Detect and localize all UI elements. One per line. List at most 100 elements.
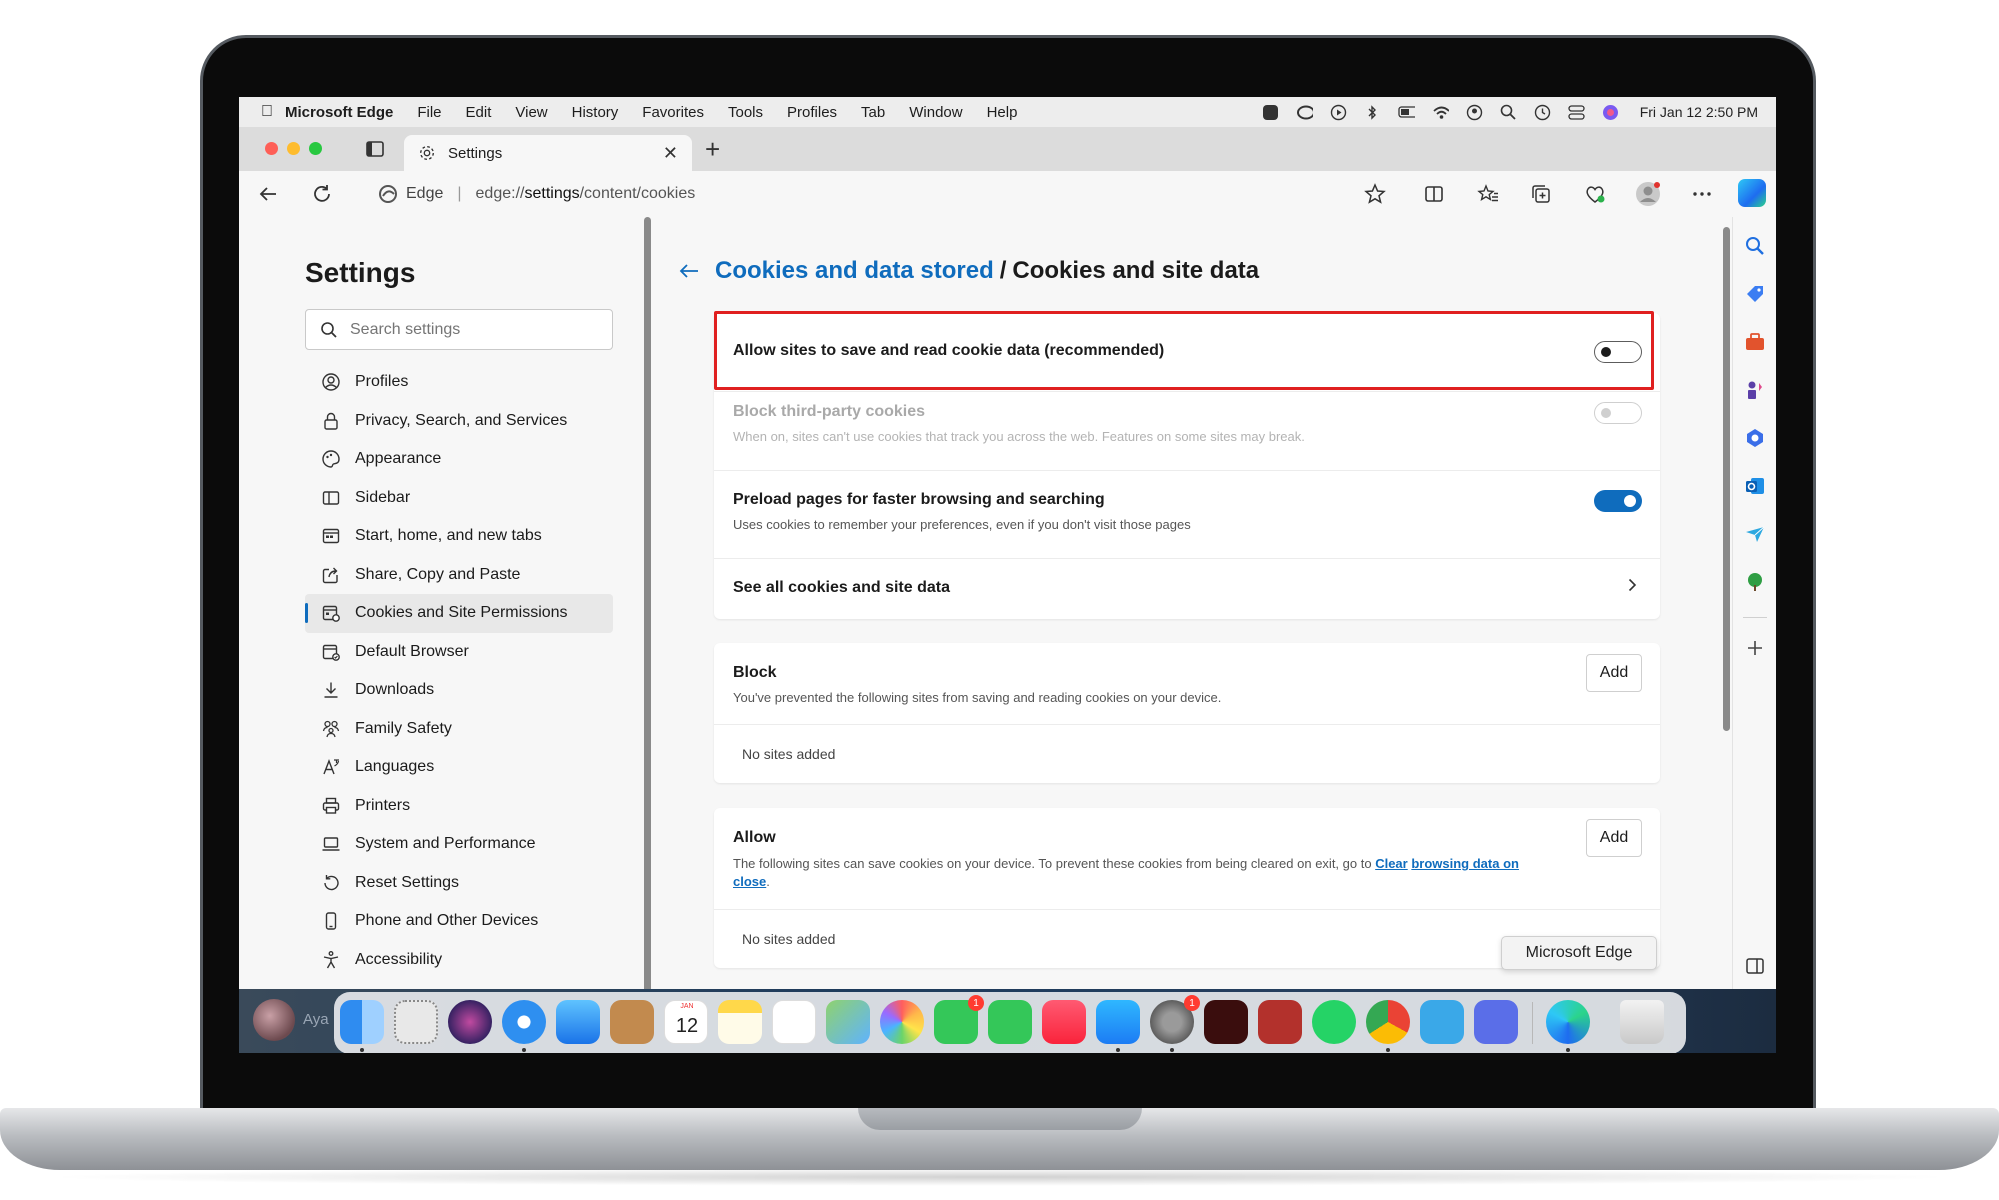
content-scrollbar[interactable] bbox=[1723, 227, 1730, 731]
sidebar-item-family-safety[interactable]: Family Safety bbox=[305, 710, 613, 749]
menu-tab[interactable]: Tab bbox=[861, 104, 885, 121]
app-store-icon[interactable] bbox=[1096, 1000, 1140, 1044]
window-close-button[interactable] bbox=[265, 142, 278, 155]
mail-icon[interactable] bbox=[556, 1000, 600, 1044]
menu-app-name[interactable]: Microsoft Edge bbox=[285, 104, 393, 121]
sidebar-item-privacy[interactable]: Privacy, Search, and Services bbox=[305, 402, 613, 441]
time-machine-icon[interactable] bbox=[1534, 104, 1551, 121]
menu-view[interactable]: View bbox=[515, 104, 547, 121]
sidebar-item-accessibility[interactable]: Accessibility bbox=[305, 941, 613, 980]
user-account-icon[interactable] bbox=[1466, 104, 1483, 121]
sidebar-item-profiles[interactable]: Profiles bbox=[305, 363, 613, 402]
tab-settings[interactable]: Settings ✕ bbox=[404, 135, 692, 171]
tools-briefcase-icon[interactable] bbox=[1744, 331, 1766, 353]
profile-button[interactable] bbox=[1635, 181, 1661, 207]
tab-actions-icon[interactable] bbox=[365, 139, 385, 159]
music-icon[interactable] bbox=[1042, 1000, 1086, 1044]
see-all-cookies-row[interactable]: See all cookies and site data bbox=[714, 559, 1660, 619]
tree-icon[interactable] bbox=[1744, 571, 1766, 593]
chrome-icon[interactable] bbox=[1366, 1000, 1410, 1044]
shopping-tag-icon[interactable] bbox=[1744, 283, 1766, 305]
menu-window[interactable]: Window bbox=[909, 104, 962, 121]
menubar-clock[interactable]: Fri Jan 12 2:50 PM bbox=[1640, 104, 1758, 120]
favorites-button[interactable] bbox=[1475, 181, 1501, 207]
sidebar-scrollbar[interactable] bbox=[644, 217, 651, 997]
add-plus-icon[interactable] bbox=[1744, 637, 1766, 659]
calendar-icon[interactable]: JAN 12 bbox=[664, 1000, 708, 1044]
sidebar-item-default-browser[interactable]: Default Browser bbox=[305, 633, 613, 672]
games-chess-icon[interactable] bbox=[1744, 379, 1766, 401]
copilot-icon[interactable] bbox=[1738, 179, 1766, 207]
flash-app-icon[interactable] bbox=[1204, 1000, 1248, 1044]
favorite-star-icon[interactable] bbox=[1363, 182, 1387, 206]
sidebar-item-printers[interactable]: Printers bbox=[305, 787, 613, 826]
new-tab-button[interactable]: + bbox=[705, 135, 720, 163]
sidebar-item-sidebar[interactable]: Sidebar bbox=[305, 479, 613, 518]
sidebar-item-phone-devices[interactable]: Phone and Other Devices bbox=[305, 902, 613, 941]
more-options-button[interactable] bbox=[1689, 181, 1715, 207]
sidebar-item-cookies-permissions[interactable]: Cookies and Site Permissions bbox=[305, 594, 613, 633]
dictionary-icon[interactable] bbox=[1258, 1000, 1302, 1044]
drop-send-icon[interactable] bbox=[1744, 523, 1766, 545]
hide-sidebar-icon[interactable] bbox=[1744, 955, 1766, 977]
refresh-button[interactable] bbox=[309, 181, 335, 207]
menu-file[interactable]: File bbox=[417, 104, 441, 121]
sidebar-item-system-performance[interactable]: System and Performance bbox=[305, 825, 613, 864]
battery-icon[interactable] bbox=[1398, 104, 1415, 121]
window-minimize-button[interactable] bbox=[287, 142, 300, 155]
allow-cookies-toggle[interactable] bbox=[1594, 341, 1642, 363]
c-app-icon[interactable] bbox=[1474, 1000, 1518, 1044]
spotlight-search-icon[interactable] bbox=[1500, 104, 1517, 121]
apple-icon[interactable]:  bbox=[261, 103, 285, 121]
sidebar-search-icon[interactable] bbox=[1744, 235, 1766, 257]
microsoft-365-icon[interactable] bbox=[1744, 427, 1766, 449]
mk-app-icon[interactable] bbox=[1420, 1000, 1464, 1044]
contacts-icon[interactable] bbox=[610, 1000, 654, 1044]
browser-essentials-button[interactable] bbox=[1582, 181, 1608, 207]
whatsapp-icon[interactable] bbox=[1312, 1000, 1356, 1044]
sidebar-item-reset[interactable]: Reset Settings bbox=[305, 864, 613, 903]
sidebar-item-start-home[interactable]: Start, home, and new tabs bbox=[305, 517, 613, 556]
messages-icon[interactable] bbox=[988, 1000, 1032, 1044]
finder-icon[interactable] bbox=[340, 1000, 384, 1044]
block-add-button[interactable]: Add bbox=[1586, 654, 1642, 692]
edge-dock-icon[interactable] bbox=[1546, 1000, 1590, 1044]
siri-icon[interactable] bbox=[1602, 104, 1619, 121]
mk-status-icon[interactable] bbox=[1262, 104, 1279, 121]
safari-icon[interactable] bbox=[502, 1000, 546, 1044]
back-arrow-icon[interactable] bbox=[677, 259, 701, 283]
back-button[interactable] bbox=[255, 181, 281, 207]
sidebar-item-share-copy-paste[interactable]: Share, Copy and Paste bbox=[305, 556, 613, 595]
outlook-icon[interactable] bbox=[1744, 475, 1766, 497]
menu-history[interactable]: History bbox=[572, 104, 619, 121]
notes-icon[interactable] bbox=[718, 1000, 762, 1044]
trash-icon[interactable] bbox=[1620, 1000, 1664, 1044]
search-settings-input[interactable] bbox=[350, 320, 590, 339]
photos-icon[interactable] bbox=[880, 1000, 924, 1044]
siri-app-icon[interactable] bbox=[448, 1000, 492, 1044]
menu-help[interactable]: Help bbox=[987, 104, 1018, 121]
sidebar-item-languages[interactable]: Languages bbox=[305, 748, 613, 787]
user-avatar[interactable] bbox=[253, 999, 295, 1041]
menu-edit[interactable]: Edit bbox=[466, 104, 492, 121]
creative-cloud-icon[interactable] bbox=[1296, 104, 1313, 121]
block-third-party-toggle[interactable] bbox=[1594, 402, 1642, 424]
menu-favorites[interactable]: Favorites bbox=[642, 104, 704, 121]
control-center-icon[interactable] bbox=[1568, 104, 1585, 121]
play-icon[interactable] bbox=[1330, 104, 1347, 121]
maps-icon[interactable] bbox=[826, 1000, 870, 1044]
bluetooth-icon[interactable] bbox=[1364, 104, 1381, 121]
breadcrumb-parent-link[interactable]: Cookies and data stored bbox=[715, 257, 994, 285]
menu-profiles[interactable]: Profiles bbox=[787, 104, 837, 121]
search-settings-field[interactable] bbox=[305, 309, 613, 350]
clear-browsing-data-link[interactable]: Clear bbox=[1375, 856, 1408, 871]
address-bar[interactable]: Edge | edge://settings/content/cookies bbox=[362, 176, 1399, 212]
tab-close-icon[interactable]: ✕ bbox=[663, 143, 678, 164]
wifi-icon[interactable] bbox=[1432, 104, 1449, 121]
collections-button[interactable] bbox=[1528, 181, 1554, 207]
menu-tools[interactable]: Tools bbox=[728, 104, 763, 121]
allow-add-button[interactable]: Add bbox=[1586, 819, 1642, 857]
launchpad-icon[interactable] bbox=[394, 1000, 438, 1044]
sidebar-item-appearance[interactable]: Appearance bbox=[305, 440, 613, 479]
preload-pages-toggle[interactable] bbox=[1594, 490, 1642, 512]
